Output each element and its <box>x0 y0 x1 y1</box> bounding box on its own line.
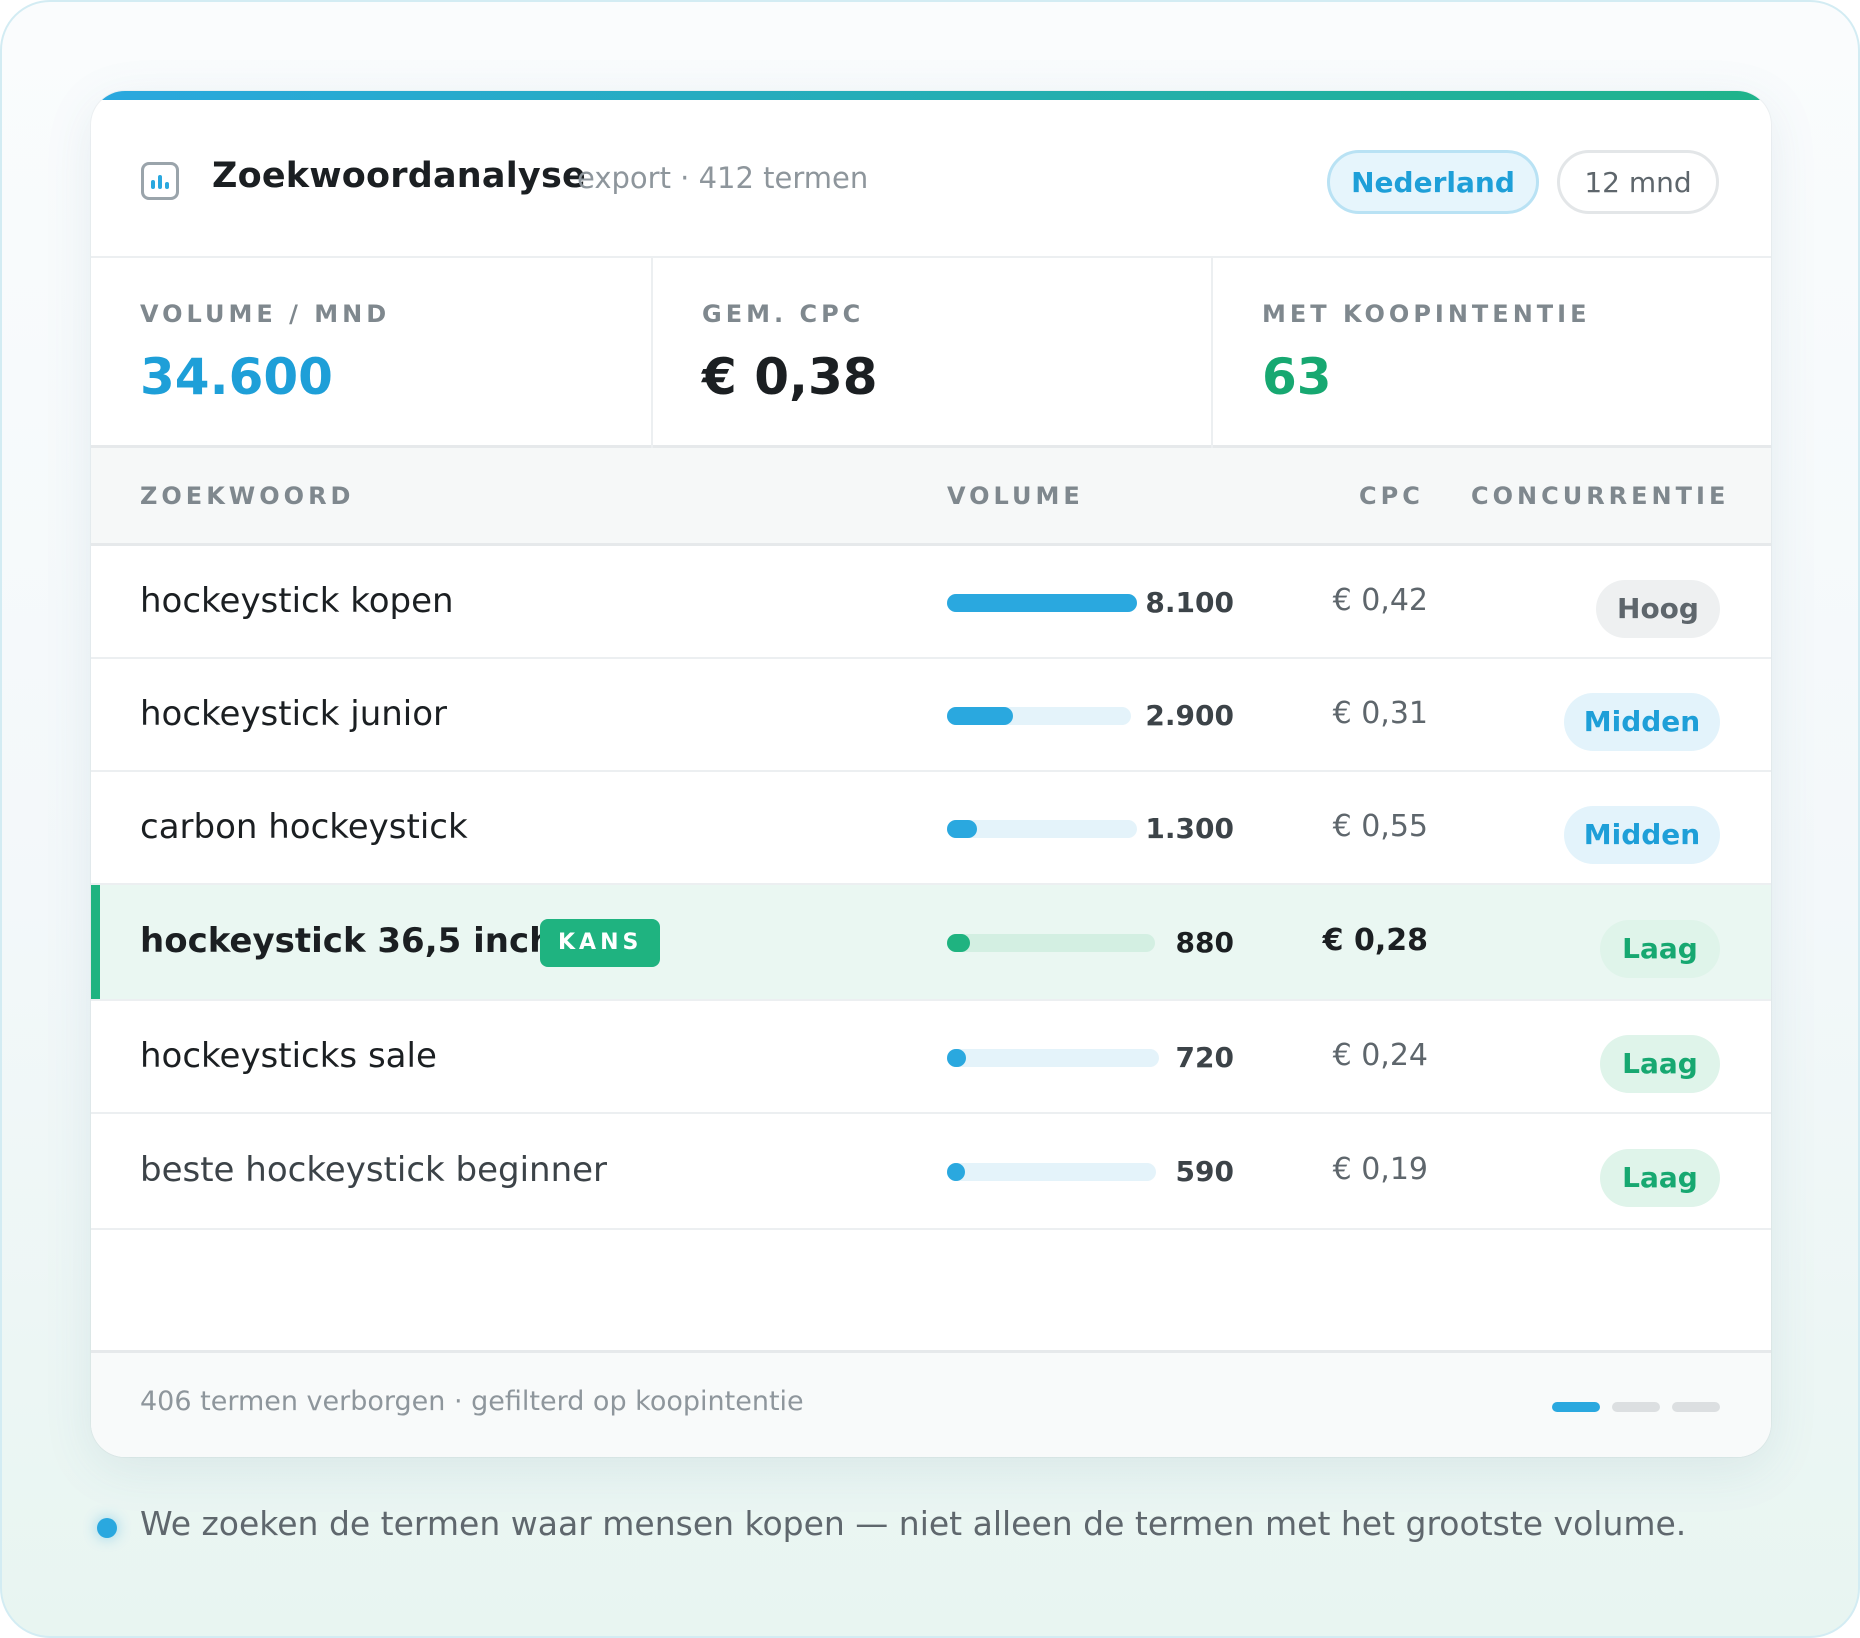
volume-value: 880 <box>1175 926 1234 959</box>
table-row[interactable]: hockeystick kopen 8.100 € 0,42 Hoog <box>91 546 1771 659</box>
card-subtitle: export · 412 termen <box>577 161 869 195</box>
stat-value: € 0,38 <box>702 348 878 406</box>
volume-bar-fill <box>947 820 977 838</box>
keyword-cell: hockeysticks sale <box>140 1036 437 1076</box>
volume-value: 2.900 <box>1145 699 1234 732</box>
table-row[interactable]: hockeystick 36,5 inch KANS 880 € 0,28 Laag <box>91 885 1771 1001</box>
competition-badge: Midden <box>1564 693 1720 751</box>
stat-label: GEM. CPC <box>702 300 865 328</box>
keyword-cell: hockeystick junior <box>140 694 448 734</box>
opportunity-tag: KANS <box>540 919 661 967</box>
volume-bar-fill <box>947 1163 965 1181</box>
table-row[interactable]: hockeysticks sale 720 € 0,24 Laag <box>91 1001 1771 1114</box>
volume-bar-fill <box>947 1049 966 1067</box>
caption-bullet-icon <box>97 1518 117 1538</box>
column-header-competition[interactable]: CONCURRENTIE <box>1471 482 1729 510</box>
volume-value: 590 <box>1175 1155 1234 1188</box>
volume-value: 1.300 <box>1145 812 1234 845</box>
footer-status: 406 termen verborgen · gefilterd op koop… <box>140 1386 804 1417</box>
cpc-value: € 0,42 <box>1332 583 1428 618</box>
table-footer: 406 termen verborgen · gefilterd op koop… <box>91 1350 1771 1457</box>
column-header-volume[interactable]: VOLUME <box>947 482 1084 510</box>
accent-bar <box>91 91 1771 100</box>
competition-badge: Laag <box>1600 920 1720 978</box>
keyword-cell: carbon hockeystick <box>140 807 468 847</box>
cpc-value: € 0,31 <box>1332 696 1428 731</box>
keyword-cell: beste hockeystick beginner <box>140 1150 608 1190</box>
cpc-value: € 0,28 <box>1322 923 1428 958</box>
volume-value: 8.100 <box>1145 586 1234 619</box>
competition-badge: Laag <box>1600 1149 1720 1207</box>
card-title: Zoekwoordanalyse <box>212 156 586 196</box>
table-row[interactable]: beste hockeystick beginner 590 € 0,19 Laag <box>91 1114 1771 1230</box>
page-indicator[interactable] <box>1672 1402 1720 1412</box>
volume-bar-fill <box>947 934 970 952</box>
cpc-value: € 0,55 <box>1332 809 1428 844</box>
keyword-cell: hockeystick 36,5 inch <box>140 921 554 961</box>
table-header: ZOEKWOORD VOLUME CPC CONCURRENTIE <box>91 448 1771 546</box>
column-header-keyword[interactable]: ZOEKWOORD <box>140 482 354 510</box>
period-filter-pill[interactable]: 12 mnd <box>1557 150 1719 214</box>
bar-chart-icon <box>141 162 179 200</box>
stat-label: VOLUME / MND <box>140 300 391 328</box>
competition-badge: Midden <box>1564 806 1720 864</box>
competition-badge: Hoog <box>1596 580 1720 638</box>
stat-label: MET KOOPINTENTIE <box>1262 300 1591 328</box>
table-row[interactable]: hockeystick junior 2.900 € 0,31 Midden <box>91 659 1771 772</box>
card-header: Zoekwoordanalyse export · 412 termen Ned… <box>91 100 1771 258</box>
keyword-cell: hockeystick kopen <box>140 581 454 621</box>
stat-volume: VOLUME / MND 34.600 <box>91 258 651 448</box>
stat-avg-cpc: GEM. CPC € 0,38 <box>651 258 1211 448</box>
stats-row: VOLUME / MND 34.600 GEM. CPC € 0,38 MET … <box>91 258 1771 448</box>
country-filter-pill[interactable]: Nederland <box>1327 150 1539 214</box>
stat-value: 34.600 <box>140 348 333 406</box>
keyword-analysis-card: Zoekwoordanalyse export · 412 termen Ned… <box>91 91 1771 1457</box>
page-indicator[interactable] <box>1552 1402 1600 1412</box>
table-row[interactable]: carbon hockeystick 1.300 € 0,55 Midden <box>91 772 1771 885</box>
stat-value: 63 <box>1262 348 1332 406</box>
cpc-value: € 0,24 <box>1332 1038 1428 1073</box>
volume-bar-fill <box>947 707 1013 725</box>
page-frame: Zoekwoordanalyse export · 412 termen Ned… <box>0 0 1860 1638</box>
cpc-value: € 0,19 <box>1332 1152 1428 1187</box>
page-indicator[interactable] <box>1612 1402 1660 1412</box>
volume-value: 720 <box>1175 1041 1234 1074</box>
caption-text: We zoeken de termen waar mensen kopen — … <box>140 1504 1687 1543</box>
row-highlight-accent <box>91 885 100 999</box>
column-header-cpc[interactable]: CPC <box>1359 482 1424 510</box>
stat-purchase-intent: MET KOOPINTENTIE 63 <box>1211 258 1771 448</box>
competition-badge: Laag <box>1600 1035 1720 1093</box>
